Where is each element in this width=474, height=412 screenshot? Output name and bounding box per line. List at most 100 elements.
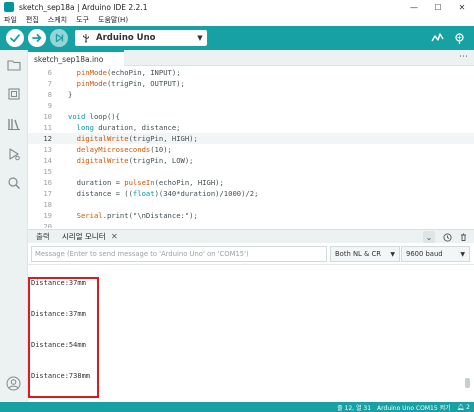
code-line[interactable]: 15	[28, 166, 474, 177]
output-line: Distance:738mm	[31, 372, 91, 380]
toolbar: Arduino Uno ▼	[0, 26, 474, 50]
code-line[interactable]: 16 duration = pulseIn(echoPin, HIGH);	[28, 177, 474, 188]
board-status[interactable]: Arduino Uno COM15 켜기	[377, 403, 451, 412]
code-text: digitalWrite(trigPin, LOW);	[68, 156, 194, 165]
editor-tabs: sketch_sep18a.ino ⋯	[28, 50, 474, 66]
chevron-down-icon: ⌄	[425, 232, 433, 242]
baud-rate-value: 9600 baud	[406, 250, 443, 258]
menu-help[interactable]: 도움말(H)	[98, 15, 128, 25]
menu-tools[interactable]: 도구	[76, 15, 89, 25]
title-bar: sketch_sep18a | Arduino IDE 2.2.1 — ☐ ✕	[0, 0, 474, 14]
code-text: long duration, distance;	[68, 123, 181, 132]
output-line: Distance:54mm	[31, 341, 86, 349]
serial-plotter-button[interactable]	[430, 31, 444, 45]
code-line[interactable]: 12 digitalWrite(trigPin, HIGH);	[28, 133, 474, 144]
debug-panel-button[interactable]	[6, 146, 22, 162]
code-line[interactable]: 19 Serial.print("\nDistance:");	[28, 210, 474, 221]
code-line[interactable]: 10 void loop(){	[28, 111, 474, 122]
code-line[interactable]: 9	[28, 100, 474, 111]
bell-icon: 🔔︎	[456, 403, 465, 411]
sidebar	[0, 50, 28, 402]
code-line[interactable]: 6 pinMode(echoPin, INPUT);	[28, 67, 474, 78]
scrollbar[interactable]	[465, 378, 470, 388]
tab-serial-monitor[interactable]: 시리얼 모니터 ✕	[62, 231, 118, 242]
baud-rate-select[interactable]: 9600 baud ▼	[401, 246, 470, 262]
code-segment: (trigPin, LOW);	[128, 156, 194, 165]
code-line[interactable]: 11 long duration, distance;	[28, 122, 474, 133]
tab-output[interactable]: 출력	[36, 231, 50, 242]
code-line[interactable]: 18	[28, 199, 474, 210]
clock-icon	[442, 232, 452, 242]
menu-sketch[interactable]: 스케치	[48, 15, 67, 25]
verify-button[interactable]	[6, 29, 24, 47]
message-input[interactable]	[31, 246, 327, 262]
output-line: Distance:37mm	[31, 310, 86, 318]
timestamp-toggle-button[interactable]	[441, 231, 453, 243]
line-ending-select[interactable]: Both NL & CR ▼	[330, 246, 400, 262]
usb-icon	[83, 34, 89, 43]
code-segment: (echoPin, HIGH);	[154, 178, 224, 187]
clear-output-button[interactable]	[457, 231, 469, 243]
code-text: pinMode(trigPin, OUTPUT);	[68, 79, 185, 88]
account-button[interactable]	[6, 376, 22, 392]
library-icon	[8, 119, 20, 130]
tab-sketch[interactable]: sketch_sep18a.ino	[28, 50, 124, 66]
code-line[interactable]: 17 distance = ((float)(340*duration)/100…	[28, 188, 474, 199]
plotter-icon	[430, 32, 444, 41]
maximize-button[interactable]: ☐	[426, 0, 450, 14]
chevron-down-icon: ▼	[197, 34, 203, 42]
code-line[interactable]: 14 digitalWrite(trigPin, LOW);	[28, 155, 474, 166]
code-keyword: digitalWrite	[76, 156, 129, 165]
code-keyword: long	[76, 123, 94, 132]
serial-monitor-toolbar: Both NL & CR ▼ 9600 baud ▼	[28, 243, 474, 265]
menu-file[interactable]: 파일	[4, 15, 17, 25]
line-number: 18	[43, 200, 52, 209]
board-selector[interactable]: Arduino Uno ▼	[75, 30, 207, 46]
code-text: digitalWrite(trigPin, HIGH);	[68, 134, 198, 143]
line-number: 8	[47, 90, 52, 99]
code-text: duration = pulseIn(echoPin, HIGH);	[68, 178, 224, 187]
output-line: Distance:37mm	[31, 279, 86, 287]
toggle-panel-button[interactable]: ⌄	[423, 231, 435, 243]
line-number: 13	[43, 145, 52, 154]
notifications-count: 2	[466, 403, 470, 411]
code-segment: (echoPin, INPUT);	[106, 68, 181, 77]
boards-manager-button[interactable]	[6, 86, 22, 102]
line-number: 19	[43, 211, 52, 220]
code-segment: .print("\nDistance:");	[102, 211, 198, 220]
user-icon	[6, 376, 21, 391]
code-editor[interactable]: 6 pinMode(echoPin, INPUT); 7 pinMode(trig…	[28, 66, 474, 228]
code-line[interactable]: 20	[28, 221, 474, 228]
code-text: void loop(){	[68, 112, 120, 121]
code-keyword: digitalWrite	[76, 134, 129, 143]
debug-button[interactable]	[50, 29, 68, 47]
code-segment: )(340*duration)/1000)/2;	[154, 189, 259, 198]
search-button[interactable]	[6, 175, 22, 191]
panel-header: 출력 시리얼 모니터 ✕ ⌄	[28, 229, 474, 243]
menu-edit[interactable]: 편집	[26, 15, 39, 25]
minimize-button[interactable]: —	[402, 0, 426, 14]
code-line[interactable]: 8}	[28, 89, 474, 100]
serial-monitor-button[interactable]	[452, 31, 466, 45]
status-bar: 줄 12, 열 31 Arduino Uno COM15 켜기 🔔︎ 2	[0, 402, 474, 412]
code-segment: distance = ((	[68, 189, 133, 198]
more-options-icon[interactable]: ⋯	[459, 52, 468, 62]
notifications-badge[interactable]: 🔔︎ 2	[457, 404, 470, 411]
board-name: Arduino Uno	[96, 33, 156, 43]
sketchbook-button[interactable]	[6, 57, 22, 73]
close-window-button[interactable]: ✕	[450, 0, 474, 14]
library-manager-button[interactable]	[6, 116, 22, 132]
code-segment: loop(){	[85, 112, 120, 121]
arduino-app-icon	[4, 2, 14, 12]
code-line[interactable]: 7 pinMode(trigPin, OUTPUT);	[28, 78, 474, 89]
upload-button[interactable]	[28, 29, 46, 47]
code-line[interactable]: 13 delayMicroseconds(10);	[28, 144, 474, 155]
close-icon[interactable]: ✕	[111, 232, 118, 241]
debug-play-icon	[9, 148, 20, 161]
cursor-position: 줄 12, 열 31	[337, 404, 372, 412]
